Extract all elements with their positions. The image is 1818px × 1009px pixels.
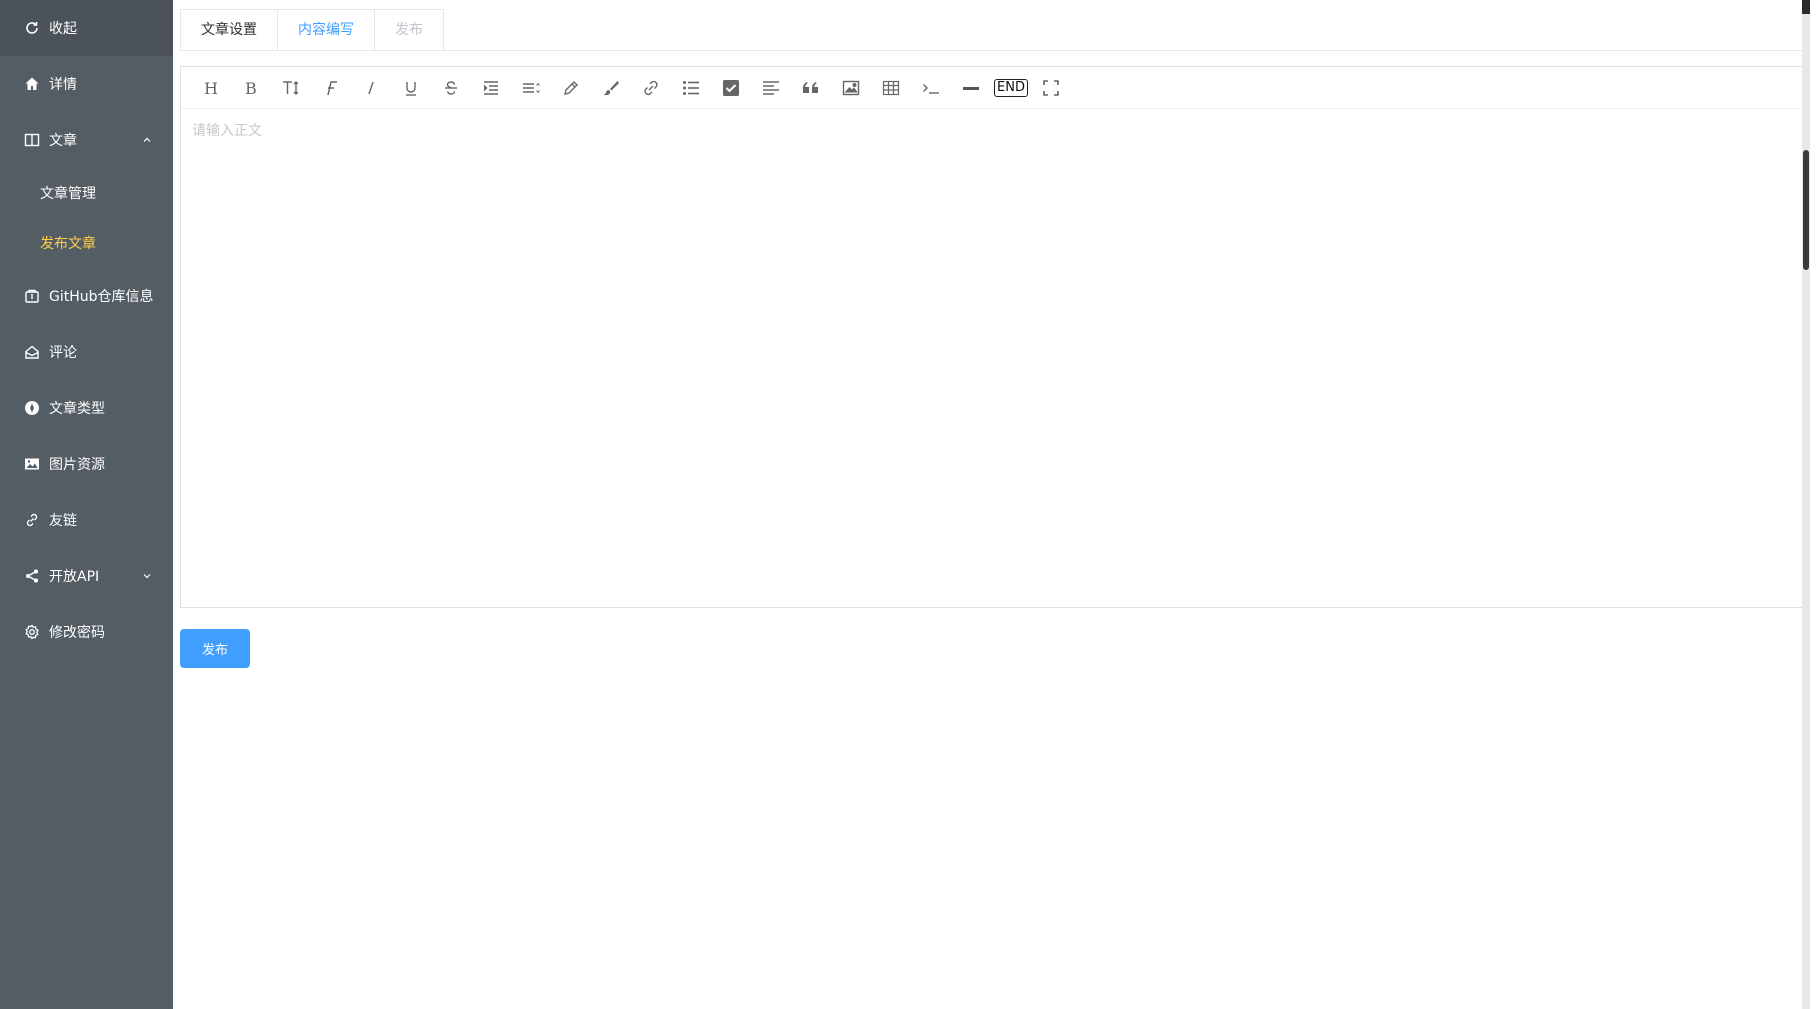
tab-content-writing[interactable]: 内容编写 (278, 10, 375, 51)
pen-icon[interactable] (551, 72, 591, 104)
sidebar-item-label: 文章类型 (49, 401, 105, 417)
sidebar-subitem-publish-article[interactable]: 发布文章 (0, 218, 173, 268)
scrollbar-thumb[interactable] (1803, 150, 1809, 270)
bold-icon[interactable]: B (231, 72, 271, 104)
underline-icon[interactable] (391, 72, 431, 104)
sidebar-item-label: 评论 (49, 345, 77, 361)
sidebar-subitem-article-management[interactable]: 文章管理 (0, 168, 173, 218)
indent-icon[interactable] (471, 72, 511, 104)
sidebar-item-details[interactable]: 详情 (0, 56, 173, 112)
chevron-down-icon (143, 574, 151, 579)
markdown-editor: H B END 请输入正文 (180, 66, 1810, 608)
sidebar-item-label: 修改密码 (49, 625, 105, 641)
italic-icon[interactable] (351, 72, 391, 104)
editor-content-area[interactable]: 请输入正文 (181, 110, 1809, 606)
link-icon[interactable] (631, 72, 671, 104)
refresh-icon (23, 19, 41, 37)
editor-placeholder: 请输入正文 (192, 123, 262, 139)
heading-icon[interactable]: H (191, 72, 231, 104)
text-size-icon[interactable] (271, 72, 311, 104)
main-content: 文章设置 内容编写 发布 H B END 请输入正文 发布 (173, 0, 1810, 1009)
image-icon[interactable] (831, 72, 871, 104)
home-icon (23, 75, 41, 93)
sidebar-item-comments[interactable]: 评论 (0, 324, 173, 380)
tab-bar: 文章设置 内容编写 发布 (180, 9, 444, 51)
hr-icon[interactable] (951, 72, 991, 104)
sidebar-item-label: 友链 (49, 513, 77, 529)
align-icon[interactable] (751, 72, 791, 104)
sidebar-item-open-api[interactable]: 开放API (0, 548, 173, 604)
sidebar-item-change-password[interactable]: 修改密码 (0, 604, 173, 660)
sidebar-item-label: 详情 (49, 77, 77, 93)
sidebar-subitem-label: 文章管理 (40, 186, 96, 202)
category-icon (23, 399, 41, 417)
sidebar-item-image-resources[interactable]: 图片资源 (0, 436, 173, 492)
code-icon[interactable] (911, 72, 951, 104)
line-height-icon[interactable] (511, 72, 551, 104)
sidebar-item-github-repo[interactable]: GitHub仓库信息 (0, 268, 173, 324)
fullscreen-icon[interactable] (1031, 72, 1071, 104)
page-scrollbar[interactable] (1802, 0, 1810, 1009)
tab-publish: 发布 (375, 10, 443, 51)
font-icon[interactable] (311, 72, 351, 104)
chevron-up-icon (143, 137, 151, 142)
comment-icon (23, 343, 41, 361)
sidebar-collapse-label: 收起 (49, 21, 77, 37)
link-icon (23, 511, 41, 529)
sidebar-item-friend-links[interactable]: 友链 (0, 492, 173, 548)
svg-text:H: H (204, 79, 218, 97)
list-icon[interactable] (671, 72, 711, 104)
image-icon (23, 455, 41, 473)
share-icon (23, 567, 41, 585)
quote-icon[interactable] (791, 72, 831, 104)
sidebar-item-label: GitHub仓库信息 (49, 289, 154, 305)
strikethrough-icon[interactable] (431, 72, 471, 104)
end-label: END (994, 78, 1028, 97)
sidebar-collapse-button[interactable]: 收起 (0, 0, 173, 56)
sidebar-item-label: 文章 (49, 133, 77, 149)
svg-text:B: B (245, 79, 257, 97)
tab-bar-divider (180, 50, 1810, 51)
end-icon[interactable]: END (991, 72, 1031, 104)
publish-button[interactable]: 发布 (180, 629, 250, 668)
repo-icon (23, 287, 41, 305)
sidebar-item-label: 图片资源 (49, 457, 105, 473)
book-icon (23, 131, 41, 149)
sidebar-item-article-types[interactable]: 文章类型 (0, 380, 173, 436)
sidebar-item-label: 开放API (49, 569, 100, 585)
table-icon[interactable] (871, 72, 911, 104)
tab-article-settings[interactable]: 文章设置 (181, 10, 278, 51)
sidebar-item-articles[interactable]: 文章 (0, 112, 173, 168)
scrollbar-top (1802, 0, 1810, 14)
sidebar-subitem-label: 发布文章 (40, 236, 96, 252)
brush-icon[interactable] (591, 72, 631, 104)
sidebar: 收起 详情 文章 文章管理 发布文章 GitHub仓库信息 评论 文章类型 图片… (0, 0, 173, 1009)
checkbox-icon[interactable] (711, 72, 751, 104)
editor-toolbar: H B END (181, 67, 1809, 109)
gear-icon (23, 623, 41, 641)
